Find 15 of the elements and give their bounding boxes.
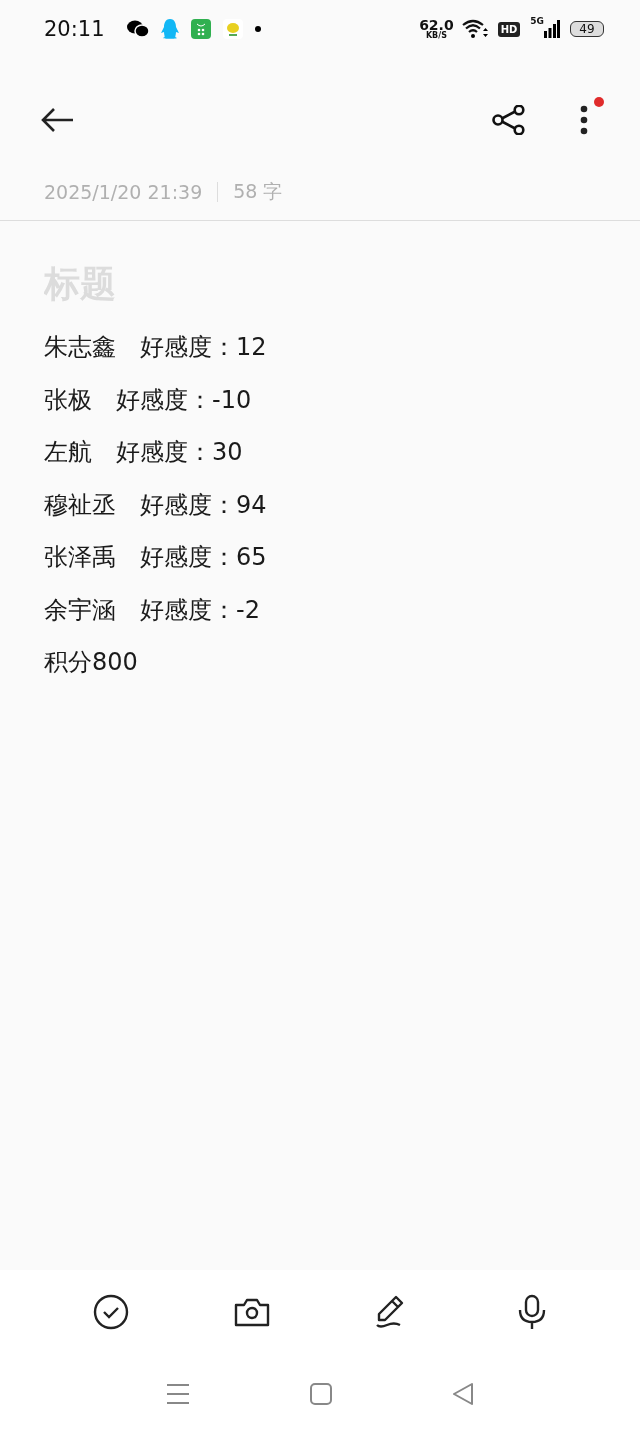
- word-count: 58 字: [233, 179, 283, 204]
- network-type: 5G: [530, 16, 544, 26]
- hd-badge: HD: [497, 21, 521, 37]
- speed-unit: KB/S: [425, 32, 447, 40]
- note-line: 张泽禹 好感度：65: [43, 542, 268, 573]
- note-line: 左航 好感度：30: [43, 437, 244, 468]
- battery-indicator: 49: [570, 21, 604, 37]
- note-line: 积分800: [43, 647, 139, 678]
- note-line: 张极 好感度：-10: [43, 384, 253, 416]
- clock: 20:11: [44, 17, 105, 41]
- note-line: 余宇涵 好感度：-2: [43, 594, 261, 626]
- note-line: 朱志鑫 好感度：12: [43, 332, 268, 363]
- network-speed: 62.0: [419, 18, 454, 32]
- note-line: 穆祉丞 好感度：94: [43, 489, 268, 521]
- note-date: 2025/1/20 21:39: [44, 181, 203, 203]
